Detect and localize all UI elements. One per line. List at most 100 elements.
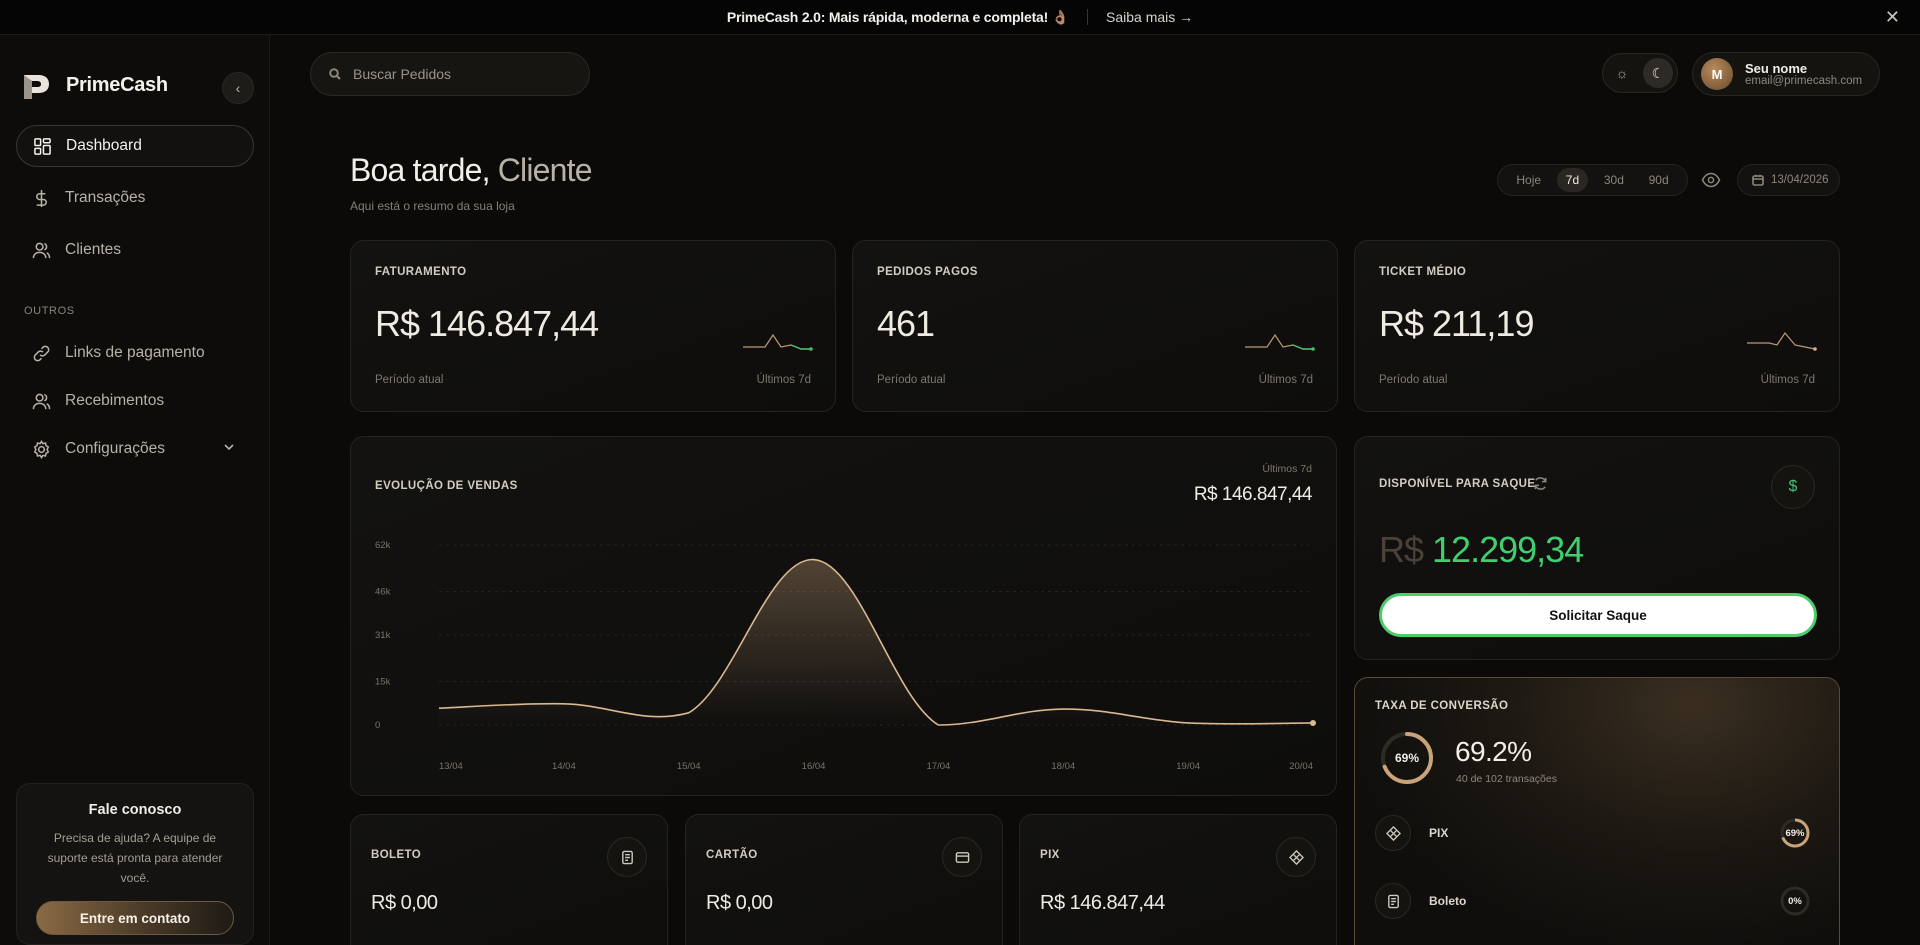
conversion-row-label: Boleto xyxy=(1429,894,1467,908)
payment-card-pix: PIX R$ 146.847,44 xyxy=(1019,814,1337,945)
help-title: Fale conosco xyxy=(88,802,182,818)
withdraw-card: DISPONÍVEL PARA SAQUE $ R$ 12.299,34 Sol… xyxy=(1354,436,1840,660)
greeting-name: Cliente xyxy=(497,152,593,188)
payment-label: BOLETO xyxy=(371,849,422,861)
conversion-row-pct: 69% xyxy=(1785,827,1805,839)
kpi-label: TICKET MÉDIO xyxy=(1379,266,1467,278)
boleto-icon xyxy=(607,837,647,877)
learn-more-link[interactable]: Saiba mais → xyxy=(1106,9,1193,25)
theme-toggle[interactable]: ☼ ☾ xyxy=(1602,53,1678,93)
x-tick-label: 15/04 xyxy=(677,761,701,772)
brand-name: PrimeCash xyxy=(66,73,168,96)
user-info: Seu nome email@primecash.com xyxy=(1745,62,1862,87)
range-option-90d[interactable]: 90d xyxy=(1640,168,1678,192)
payment-value: R$ 0,00 xyxy=(371,892,438,914)
sidebar-item-dashboard[interactable]: Dashboard xyxy=(16,125,254,167)
section-label-others: OUTROS xyxy=(24,305,75,317)
range-option-7d[interactable]: 7d xyxy=(1556,168,1589,192)
announcement-divider xyxy=(1087,9,1089,25)
x-tick-label: 16/04 xyxy=(802,761,826,772)
sidebar-item-receipts[interactable]: Recebimentos xyxy=(16,380,254,422)
kpi-value: 461 xyxy=(877,303,935,344)
sidebar-item-clients[interactable]: Clientes xyxy=(16,229,254,271)
kpi-foot-left: Período atual xyxy=(1379,374,1448,386)
page-subtitle: Aqui está o resumo da sua loja xyxy=(350,199,515,213)
search-box[interactable] xyxy=(310,52,590,96)
x-tick-label: 18/04 xyxy=(1051,761,1075,772)
withdraw-label: DISPONÍVEL PARA SAQUE xyxy=(1379,478,1536,490)
sidebar-item-label: Transações xyxy=(65,189,146,206)
conversion-row-label: PIX xyxy=(1429,826,1449,840)
greeting-prefix: Boa tarde, xyxy=(350,152,498,188)
chart-y-axis: 62k 46k 31k 15k 0 xyxy=(375,540,391,731)
payment-value: R$ 146.847,44 xyxy=(1040,892,1165,914)
help-description: Precisa de ajuda? A equipe de suporte es… xyxy=(47,831,223,885)
data-point[interactable] xyxy=(1310,719,1316,726)
conversion-row-pct: 0% xyxy=(1788,895,1802,907)
chart-x-axis: 13/04 14/04 15/04 16/04 17/04 18/04 19/04 20/04 xyxy=(439,761,1313,772)
payment-label: CARTÃO xyxy=(706,849,758,861)
kpi-foot-right: Últimos 7d xyxy=(756,374,811,386)
user-email: email@primecash.com xyxy=(1745,74,1863,87)
withdraw-amount: R$ 12.299,34 xyxy=(1379,529,1584,571)
announcement-bar: PrimeCash 2.0: Mais rápida, moderna e co… xyxy=(0,0,1920,35)
search-input[interactable] xyxy=(353,66,573,82)
kpi-label: PEDIDOS PAGOS xyxy=(877,266,978,278)
gear-icon xyxy=(33,439,50,459)
date-range-selector: Hoje 7d 30d 90d xyxy=(1497,164,1688,196)
sparkline xyxy=(743,333,813,351)
dollar-icon: $ xyxy=(1771,465,1815,509)
kpi-value: R$ 211,19 xyxy=(1379,303,1534,344)
moon-icon[interactable]: ☾ xyxy=(1643,58,1673,88)
date-picker[interactable]: 13/04/2026 xyxy=(1737,164,1840,196)
credit-card-icon xyxy=(942,837,982,877)
x-tick-label: 13/04 xyxy=(439,761,463,772)
refresh-icon[interactable] xyxy=(1533,476,1548,491)
chart-points xyxy=(1310,719,1316,726)
kpi-card-revenue: FATURAMENTO R$ 146.847,44 Período atual … xyxy=(350,240,836,412)
y-tick-label: 31k xyxy=(375,630,391,641)
y-tick-label: 0 xyxy=(375,720,380,731)
range-option-30d[interactable]: 30d xyxy=(1595,168,1633,192)
contact-button[interactable]: Entre em contato xyxy=(36,901,234,935)
link-icon xyxy=(33,345,50,361)
sales-chart-card: EVOLUÇÃO DE VENDAS Últimos 7d R$ 146.847… xyxy=(350,436,1337,796)
close-icon[interactable]: ✕ xyxy=(1885,7,1900,28)
sidebar-item-payment-links[interactable]: Links de pagamento xyxy=(16,332,254,374)
x-tick-label: 14/04 xyxy=(552,761,576,772)
x-tick-label: 20/04 xyxy=(1289,761,1313,772)
chart-area xyxy=(439,559,1313,725)
eye-icon[interactable] xyxy=(1701,170,1721,190)
sidebar-item-label: Dashboard xyxy=(66,137,142,154)
user-menu[interactable]: M Seu nome email@primecash.com xyxy=(1692,52,1880,96)
kpi-card-average-ticket: TICKET MÉDIO R$ 211,19 Período atual Últ… xyxy=(1354,240,1840,412)
sparkline xyxy=(1747,331,1817,351)
sun-icon[interactable]: ☼ xyxy=(1607,58,1637,88)
conversion-subtitle: 40 de 102 transações xyxy=(1456,773,1557,785)
kpi-foot-right: Últimos 7d xyxy=(1258,374,1313,386)
dollar-icon xyxy=(36,189,47,207)
request-withdraw-button[interactable]: Solicitar Saque xyxy=(1379,593,1817,637)
conversion-card: TAXA DE CONVERSÃO 69% 69.2% 40 de 102 tr… xyxy=(1354,677,1840,945)
chevron-down-icon[interactable] xyxy=(222,440,236,459)
primecash-logo-icon xyxy=(24,75,49,99)
boleto-icon xyxy=(1375,883,1411,919)
users-icon xyxy=(32,393,51,409)
y-tick-label: 46k xyxy=(375,586,391,597)
sidebar-item-label: Recebimentos xyxy=(65,392,165,409)
collapse-sidebar-button[interactable]: ‹ xyxy=(222,72,254,104)
x-tick-label: 19/04 xyxy=(1176,761,1200,772)
kpi-value: R$ 146.847,44 xyxy=(375,303,599,344)
kpi-foot-left: Período atual xyxy=(877,374,946,386)
kpi-foot-left: Período atual xyxy=(375,374,444,386)
range-option-today[interactable]: Hoje xyxy=(1507,168,1550,192)
brand[interactable]: PrimeCash xyxy=(20,69,168,101)
sidebar-item-settings[interactable]: Configurações xyxy=(16,428,254,470)
sidebar-item-transactions[interactable]: Transações xyxy=(16,177,254,219)
chevron-left-icon: ‹ xyxy=(235,80,241,96)
payment-card-boleto: BOLETO R$ 0,00 xyxy=(350,814,668,945)
user-name: Seu nome xyxy=(1745,60,1808,76)
users-icon xyxy=(32,242,51,258)
sales-chart: 62k46k31k15k0 13/04 14/04 15/04 16/04 17/04 1… xyxy=(375,540,1316,772)
y-tick-label: 62k xyxy=(375,540,391,551)
